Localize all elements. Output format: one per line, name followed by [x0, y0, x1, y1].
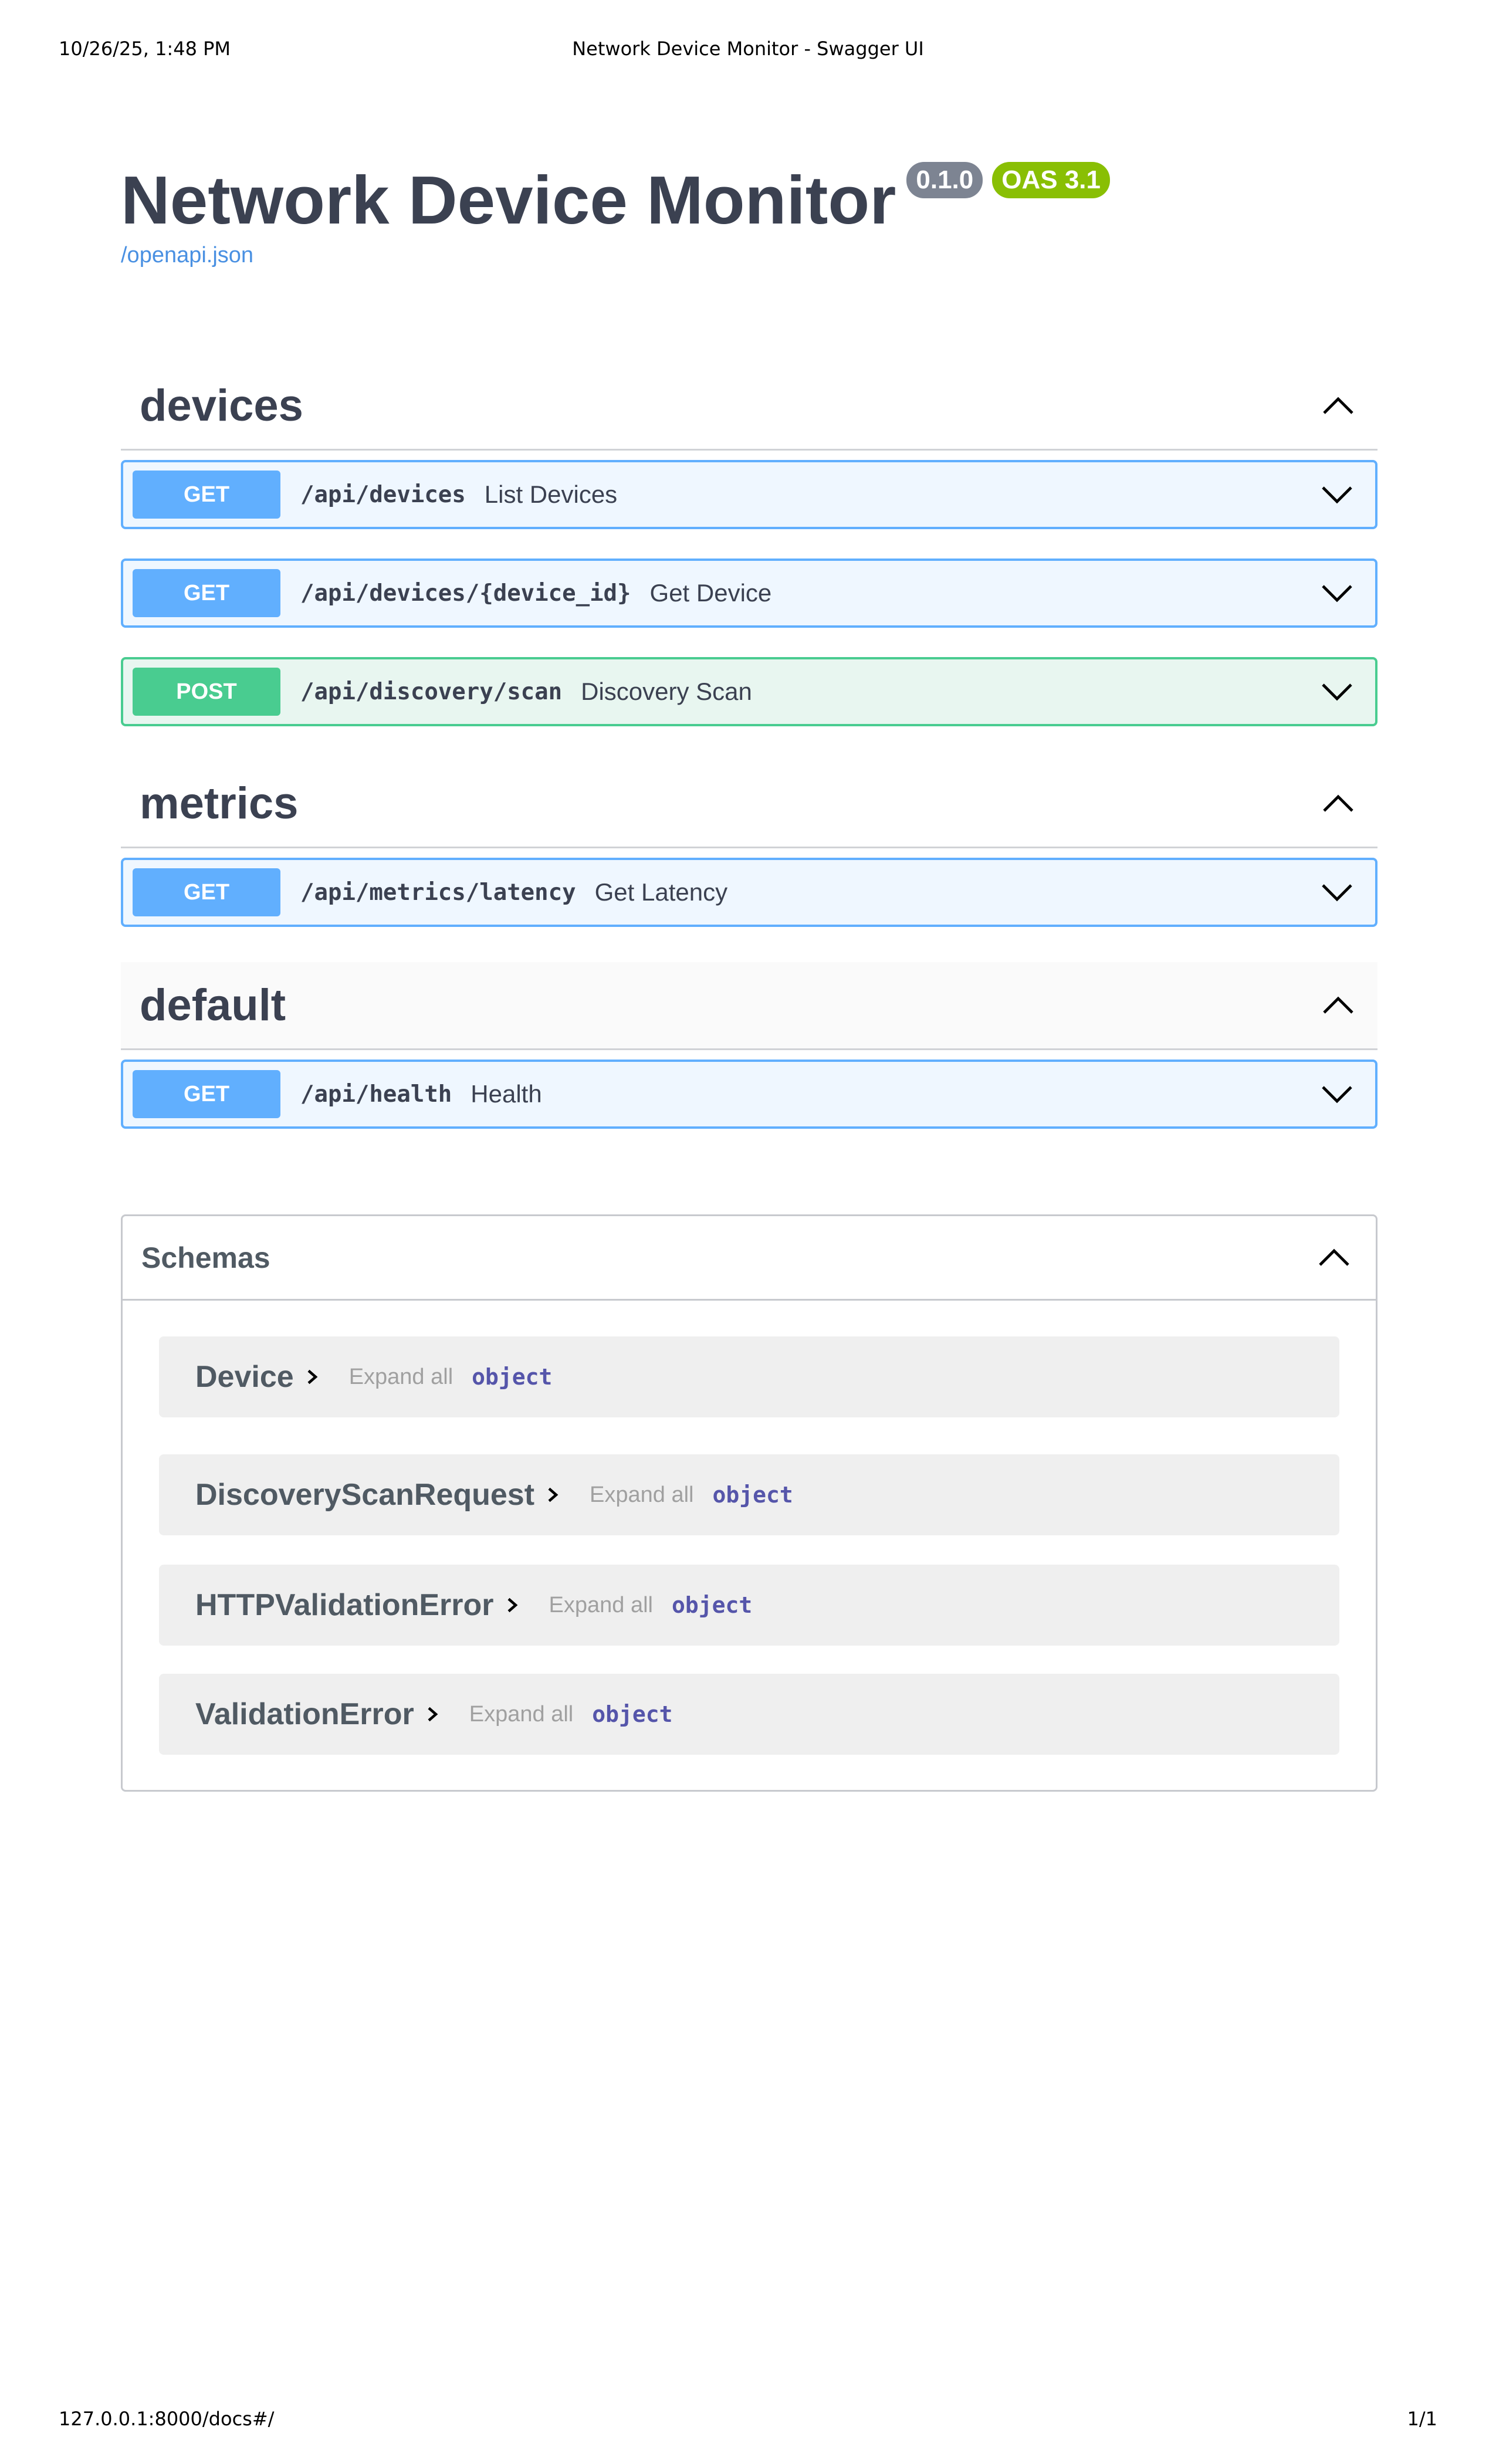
model-type: object: [672, 1592, 753, 1618]
model-device[interactable]: Device Expand all object: [159, 1336, 1339, 1417]
method-badge: GET: [133, 868, 280, 916]
print-header: 10/26/25, 1:48 PM Network Device Monitor…: [59, 38, 1437, 61]
print-document-title: Network Device Monitor - Swagger UI: [572, 38, 924, 60]
expand-all-button[interactable]: Expand all: [590, 1483, 693, 1508]
operation-path: /api/devices/{device_id}: [300, 580, 631, 607]
method-badge: GET: [133, 471, 280, 519]
tag-name: default: [140, 980, 286, 1030]
operation-path: /api/devices: [300, 481, 466, 508]
model-name[interactable]: Device: [195, 1359, 294, 1395]
model-type: object: [592, 1701, 673, 1727]
model-type: object: [712, 1482, 793, 1508]
tag-section-metrics: metrics GET /api/metrics/latency Get Lat…: [121, 760, 1377, 927]
expand-all-button[interactable]: Expand all: [349, 1365, 453, 1390]
chevron-up-icon[interactable]: [1318, 783, 1359, 824]
chevron-down-icon[interactable]: [1316, 474, 1358, 515]
method-badge: GET: [133, 1070, 280, 1118]
chevron-down-icon[interactable]: [1316, 1074, 1358, 1115]
model-name[interactable]: HTTPValidationError: [195, 1588, 494, 1623]
chevron-up-icon[interactable]: [1314, 1237, 1355, 1278]
operation-summary: Get Latency: [594, 878, 728, 906]
chevron-right-icon[interactable]: [544, 1484, 566, 1506]
schemas-title: Schemas: [141, 1241, 270, 1274]
model-http-validation-error[interactable]: HTTPValidationError Expand all object: [159, 1565, 1339, 1646]
oas-badge: OAS 3.1: [992, 162, 1110, 198]
expand-all-button[interactable]: Expand all: [469, 1702, 573, 1727]
schemas-section: Schemas Device Expand all object Discove…: [121, 1214, 1377, 1792]
operation-summary: List Devices: [484, 480, 618, 508]
chevron-right-icon[interactable]: [503, 1594, 526, 1616]
api-info: Network Device Monitor 0.1.0 OAS 3.1 /op…: [121, 157, 1375, 268]
tag-header-default[interactable]: default: [121, 962, 1377, 1050]
operation-post-discovery-scan[interactable]: POST /api/discovery/scan Discovery Scan: [121, 657, 1377, 726]
chevron-down-icon[interactable]: [1316, 573, 1358, 614]
title-row: Network Device Monitor 0.1.0 OAS 3.1: [121, 157, 1375, 243]
operation-get-devices[interactable]: GET /api/devices List Devices: [121, 460, 1377, 529]
tag-name: metrics: [140, 779, 299, 828]
chevron-right-icon[interactable]: [424, 1703, 446, 1725]
method-badge: GET: [133, 569, 280, 617]
model-validation-error[interactable]: ValidationError Expand all object: [159, 1674, 1339, 1755]
model-type: object: [472, 1364, 553, 1390]
tag-header-metrics[interactable]: metrics: [121, 760, 1377, 848]
method-badge: POST: [133, 668, 280, 716]
tag-section-devices: devices GET /api/devices List Devices GE…: [121, 363, 1377, 726]
openapi-spec-link[interactable]: /openapi.json: [121, 243, 1375, 268]
operation-path: /api/metrics/latency: [300, 879, 576, 906]
print-footer: 127.0.0.1:8000/docs#/ 1/1: [59, 2408, 1437, 2431]
operation-get-health[interactable]: GET /api/health Health: [121, 1060, 1377, 1129]
model-name[interactable]: DiscoveryScanRequest: [195, 1477, 534, 1512]
api-title: Network Device Monitor: [121, 162, 896, 238]
print-page-number: 1/1: [1407, 2408, 1438, 2430]
model-name[interactable]: ValidationError: [195, 1697, 414, 1732]
operation-summary: Discovery Scan: [581, 678, 752, 705]
operation-path: /api/health: [300, 1081, 452, 1108]
expand-all-button[interactable]: Expand all: [549, 1593, 653, 1618]
model-discovery-scan-request[interactable]: DiscoveryScanRequest Expand all object: [159, 1454, 1339, 1535]
operation-summary: Get Device: [649, 579, 772, 607]
chevron-up-icon[interactable]: [1318, 385, 1359, 427]
operation-get-latency[interactable]: GET /api/metrics/latency Get Latency: [121, 858, 1377, 927]
operation-path: /api/discovery/scan: [300, 678, 563, 705]
schemas-header[interactable]: Schemas: [123, 1216, 1376, 1301]
chevron-up-icon[interactable]: [1318, 985, 1359, 1026]
tag-name: devices: [140, 381, 303, 431]
chevron-right-icon[interactable]: [303, 1366, 326, 1388]
chevron-down-icon[interactable]: [1316, 872, 1358, 913]
tag-header-devices[interactable]: devices: [121, 363, 1377, 451]
print-url: 127.0.0.1:8000/docs#/: [59, 2408, 275, 2430]
operation-summary: Health: [471, 1080, 542, 1108]
version-badge: 0.1.0: [906, 162, 983, 198]
tag-section-default: default GET /api/health Health: [121, 962, 1377, 1129]
operation-get-device[interactable]: GET /api/devices/{device_id} Get Device: [121, 559, 1377, 628]
chevron-down-icon[interactable]: [1316, 671, 1358, 712]
